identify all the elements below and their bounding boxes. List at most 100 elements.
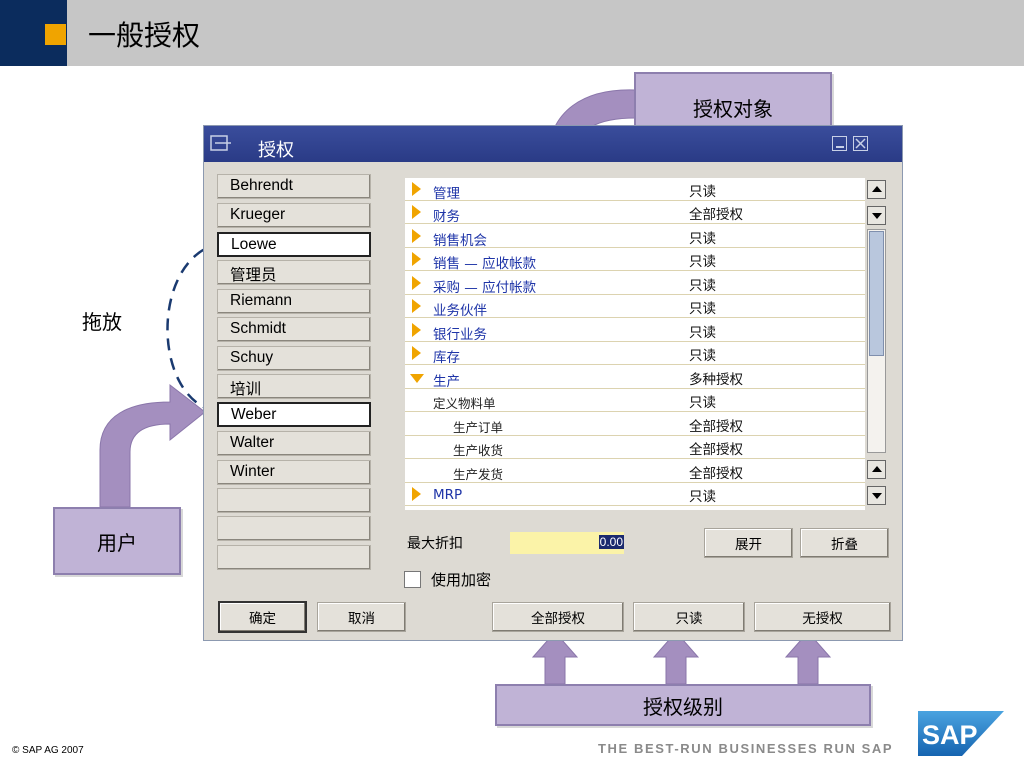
scroll-up-button[interactable] xyxy=(867,460,886,479)
expand-triangle-icon[interactable] xyxy=(412,229,421,243)
scroll-up-button[interactable] xyxy=(867,180,886,199)
table-row[interactable]: 生产收货 全部授权 xyxy=(405,437,865,459)
expand-triangle-icon[interactable] xyxy=(412,346,421,360)
auth-level-value[interactable]: 只读 xyxy=(689,485,716,505)
full-auth-button[interactable]: 全部授权 xyxy=(492,602,624,632)
auth-level-value[interactable]: 全部授权 xyxy=(689,203,743,223)
auth-level-value[interactable]: 全部授权 xyxy=(689,415,743,435)
max-discount-value[interactable]: 0.00 xyxy=(598,535,624,549)
expand-triangle-icon[interactable] xyxy=(412,299,421,313)
close-icon[interactable] xyxy=(853,136,868,151)
auth-object-name: 销售 — 应收帐款 xyxy=(433,256,537,272)
table-row[interactable]: 生产发货 全部授权 xyxy=(405,461,865,483)
read-only-button[interactable]: 只读 xyxy=(633,602,745,632)
auth-level-value[interactable]: 只读 xyxy=(689,250,716,270)
auth-object-name: 库存 xyxy=(433,350,460,366)
user-item[interactable]: Behrendt xyxy=(217,174,371,199)
arrow-up-icon xyxy=(872,186,882,192)
scroll-down-button[interactable] xyxy=(867,206,886,225)
user-arrow-icon xyxy=(99,383,206,508)
auth-object-name: 销售机会 xyxy=(433,233,487,249)
auth-level-value[interactable]: 只读 xyxy=(689,227,716,247)
auth-level-value[interactable]: 只读 xyxy=(689,297,716,317)
window-title: 授权 xyxy=(258,140,294,161)
user-item[interactable]: Riemann xyxy=(217,289,371,314)
auth-object-name: 定义物料单 xyxy=(433,396,496,411)
table-row[interactable]: 银行业务 只读 xyxy=(405,320,865,343)
sap-logo-icon: SAP xyxy=(918,711,1004,756)
auth-level-value[interactable]: 多种授权 xyxy=(689,368,743,388)
user-item-empty[interactable] xyxy=(217,545,371,570)
table-row[interactable]: 财务 全部授权 xyxy=(405,202,865,225)
callout-drag: 拖放 xyxy=(82,310,122,334)
expand-triangle-icon[interactable] xyxy=(412,205,421,219)
user-item[interactable]: 管理员 xyxy=(217,260,371,285)
expand-triangle-icon[interactable] xyxy=(412,487,421,501)
expand-triangle-icon[interactable] xyxy=(412,182,421,196)
scroll-down-button[interactable] xyxy=(867,486,886,505)
auth-object-name: 生产收货 xyxy=(453,443,504,458)
no-auth-button[interactable]: 无授权 xyxy=(754,602,891,632)
auth-object-name: 生产发货 xyxy=(453,467,504,482)
table-row[interactable]: 定义物料单 只读 xyxy=(405,390,865,412)
expand-triangle-icon[interactable] xyxy=(412,276,421,290)
cancel-button[interactable]: 取消 xyxy=(317,602,406,632)
user-item[interactable]: Schuy xyxy=(217,346,371,371)
scrollbar-thumb[interactable] xyxy=(869,231,884,356)
window-menu-icon[interactable] xyxy=(210,134,232,154)
table-row[interactable]: 采购 — 应付帐款 只读 xyxy=(405,273,865,296)
table-row[interactable]: MRP 只读 xyxy=(405,484,865,506)
callout-auth-level: 授权级别 xyxy=(495,684,871,726)
window-title-bar[interactable] xyxy=(204,126,902,162)
auth-object-name: 财务 xyxy=(433,209,460,225)
collapse-triangle-icon[interactable] xyxy=(410,374,424,383)
arrow-up-icon xyxy=(872,466,882,472)
auth-level-value[interactable]: 全部授权 xyxy=(689,462,743,482)
table-row[interactable]: 生产订单 全部授权 xyxy=(405,414,865,436)
table-row[interactable]: 销售机会 只读 xyxy=(405,226,865,249)
auth-object-name: 生产订单 xyxy=(453,420,504,435)
encryption-checkbox[interactable] xyxy=(404,571,421,588)
max-discount-label: 最大折扣 xyxy=(407,536,463,552)
user-item-selected[interactable]: Weber xyxy=(217,402,371,427)
footer-copyright: © SAP AG 2007 xyxy=(12,745,84,756)
user-item-selected[interactable]: Loewe xyxy=(217,232,371,257)
table-row[interactable]: 管理 只读 xyxy=(405,179,865,202)
auth-object-name: 管理 xyxy=(433,186,460,202)
table-row[interactable]: 业务伙伴 只读 xyxy=(405,296,865,319)
user-item-empty[interactable] xyxy=(217,516,371,541)
footer-tagline: THE BEST-RUN BUSINESSES RUN SAP xyxy=(598,741,894,756)
auth-object-name: 采购 — 应付帐款 xyxy=(433,280,537,296)
svg-text:SAP: SAP xyxy=(922,720,978,750)
user-item[interactable]: Schmidt xyxy=(217,317,371,342)
arrow-down-icon xyxy=(872,213,882,219)
arrow-down-icon xyxy=(872,493,882,499)
auth-level-value[interactable]: 全部授权 xyxy=(689,438,743,458)
user-item-empty[interactable] xyxy=(217,488,371,513)
expand-triangle-icon[interactable] xyxy=(412,252,421,266)
ok-button[interactable]: 确定 xyxy=(218,601,307,633)
expand-triangle-icon[interactable] xyxy=(412,323,421,337)
auth-level-value[interactable]: 只读 xyxy=(689,274,716,294)
minimize-icon[interactable] xyxy=(832,136,847,151)
collapse-button[interactable]: 折叠 xyxy=(800,528,889,558)
auth-object-name: MRP xyxy=(433,487,463,503)
user-item[interactable]: 培训 xyxy=(217,374,371,399)
auth-level-value[interactable]: 只读 xyxy=(689,321,716,341)
auth-object-name: 业务伙伴 xyxy=(433,303,487,319)
max-discount-field[interactable]: 0.00 xyxy=(510,532,624,554)
callout-user: 用户 xyxy=(53,507,181,575)
table-row[interactable]: 库存 只读 xyxy=(405,343,865,366)
auth-level-value[interactable]: 只读 xyxy=(689,344,716,364)
auth-level-value[interactable]: 只读 xyxy=(689,180,716,200)
auth-level-value[interactable]: 只读 xyxy=(689,391,716,411)
table-row[interactable]: 生产 多种授权 xyxy=(405,367,865,390)
auth-object-name: 生产 xyxy=(433,374,460,390)
user-item[interactable]: Krueger xyxy=(217,203,371,228)
expand-button[interactable]: 展开 xyxy=(704,528,793,558)
user-item[interactable]: Winter xyxy=(217,460,371,485)
auth-object-name: 银行业务 xyxy=(433,327,487,343)
table-row[interactable]: 销售 — 应收帐款 只读 xyxy=(405,249,865,272)
encryption-label: 使用加密 xyxy=(431,571,492,589)
user-item[interactable]: Walter xyxy=(217,431,371,456)
